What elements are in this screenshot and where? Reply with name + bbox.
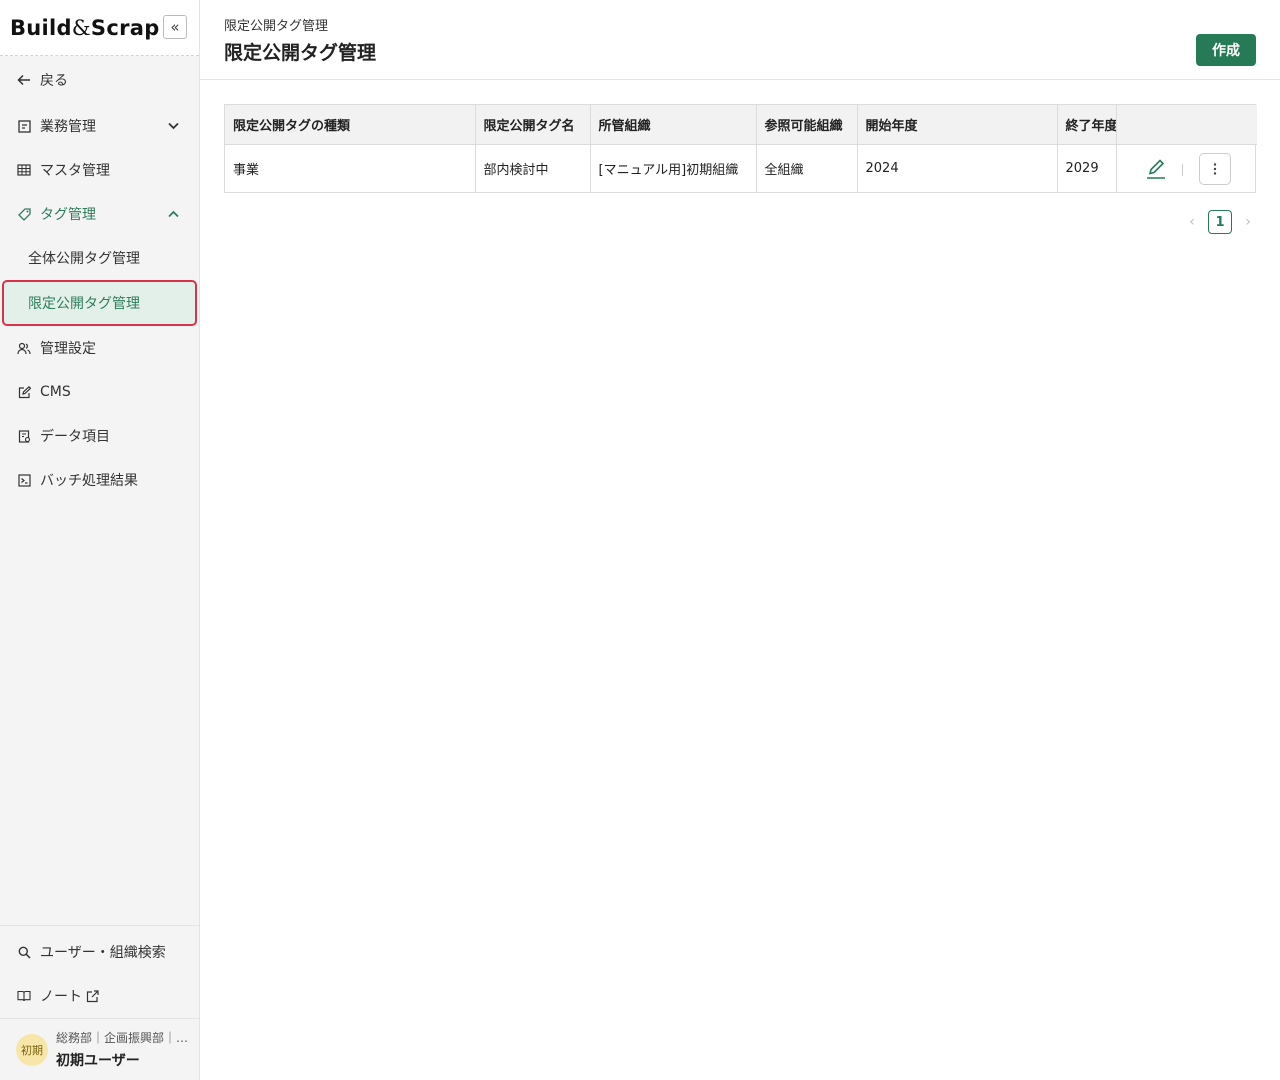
table-header-row: 限定公開タグの種類 限定公開タグ名 所管組織 参照可能組織 開始年度 終了年度 [225, 105, 1257, 145]
pagination: ‹ 1 › [1184, 210, 1256, 234]
search-icon [16, 946, 32, 959]
user-org: 総務部｜企画振興部｜… [56, 1031, 189, 1045]
sidebar-item-batch-results[interactable]: バッチ処理結果 [0, 458, 199, 502]
breadcrumb: 限定公開タグ管理 [224, 19, 329, 34]
form-icon [16, 119, 32, 133]
column-header[interactable]: 開始年度 [857, 105, 1058, 145]
chevron-down-icon [168, 119, 179, 133]
column-header[interactable]: 所管組織 [590, 105, 757, 145]
sidebar-item-label: 限定公開タグ管理 [28, 296, 140, 312]
double-chevron-left-icon: « [170, 18, 180, 36]
sidebar-item-business[interactable]: 業務管理 [0, 104, 199, 148]
sidebar-item-user-org-search[interactable]: ユーザー・組織検索 [0, 930, 199, 974]
column-header[interactable]: 限定公開タグ名 [475, 105, 591, 145]
book-icon [16, 990, 32, 1002]
page-number-current[interactable]: 1 [1208, 210, 1232, 234]
sidebar-item-cms[interactable]: CMS [0, 370, 199, 414]
sidebar-item-limited-tags[interactable]: 限定公開タグ管理 [2, 280, 197, 326]
sidebar: Build&Scrap « 戻る 業務管理 マスタ管理 タグ管理 全体公開タグ管… [0, 0, 200, 1080]
avatar: 初期 [16, 1033, 48, 1066]
back-label: 戻る [40, 73, 68, 89]
tag-icon [16, 207, 32, 221]
page-header: 限定公開タグ管理 限定公開タグ管理 作成 [200, 0, 1280, 80]
table-row[interactable]: 事業 部内検討中 [マニュアル用]初期組織 全組織 2024 2029 [225, 144, 1257, 192]
grid-icon [16, 164, 32, 176]
table-cell: 全組織 [756, 144, 858, 192]
edit-icon[interactable] [1145, 158, 1167, 180]
external-link-icon [86, 989, 99, 1003]
table-cell: 部内検討中 [475, 144, 591, 192]
table-cell: 2024 [857, 144, 1058, 192]
sidebar-item-notes[interactable]: ノート [0, 974, 199, 1018]
actions-column-header [1116, 105, 1257, 145]
prev-page-button[interactable]: ‹ [1184, 214, 1200, 230]
kebab-menu-icon [1213, 162, 1216, 175]
sidebar-item-master[interactable]: マスタ管理 [0, 148, 199, 192]
sidebar-item-tags[interactable]: タグ管理 [0, 192, 199, 236]
arrow-left-icon [16, 73, 32, 87]
page-title: 限定公開タグ管理 [224, 42, 377, 64]
next-page-button[interactable]: › [1240, 214, 1256, 230]
sidebar-item-label: タグ管理 [40, 207, 96, 223]
sidebar-item-label: マスタ管理 [40, 163, 110, 179]
sidebar-item-public-tags[interactable]: 全体公開タグ管理 [0, 236, 199, 280]
column-header[interactable]: 参照可能組織 [756, 105, 858, 145]
back-link[interactable]: 戻る [0, 56, 199, 104]
row-actions [1116, 144, 1257, 192]
divider [1181, 163, 1183, 176]
users-icon [16, 342, 32, 355]
sidebar-item-label: ユーザー・組織検索 [40, 945, 166, 961]
sidebar-item-label: CMS [40, 384, 71, 400]
sidebar-item-data-items[interactable]: データ項目 [0, 414, 199, 458]
limited-tags-table: 限定公開タグの種類 限定公開タグ名 所管組織 参照可能組織 開始年度 終了年度 … [224, 104, 1257, 193]
sidebar-item-label: ノート [40, 989, 82, 1005]
logo-area: Build&Scrap « [0, 0, 199, 56]
current-user[interactable]: 初期 総務部｜企画振興部｜… 初期ユーザー [0, 1018, 199, 1080]
table-cell: [マニュアル用]初期組織 [590, 144, 757, 192]
app-logo[interactable]: Build&Scrap [10, 16, 160, 40]
edit-square-icon [16, 385, 32, 399]
table-cell: 事業 [225, 144, 476, 192]
sidebar-item-label: 管理設定 [40, 341, 96, 357]
create-button[interactable]: 作成 [1196, 34, 1256, 66]
sidebar-item-admin-settings[interactable]: 管理設定 [0, 326, 199, 370]
sidebar-item-label: データ項目 [40, 429, 110, 445]
terminal-icon [16, 473, 32, 487]
sidebar-item-label: 全体公開タグ管理 [28, 251, 140, 267]
data-list-icon [16, 429, 32, 443]
collapse-sidebar-button[interactable]: « [163, 15, 187, 39]
column-header[interactable]: 限定公開タグの種類 [225, 105, 476, 145]
chevron-up-icon [168, 207, 179, 221]
more-options-button[interactable] [1198, 152, 1231, 185]
sidebar-item-label: バッチ処理結果 [40, 473, 138, 489]
user-info: 総務部｜企画振興部｜… 初期ユーザー [56, 1029, 188, 1070]
table-cell: 2029 [1057, 144, 1117, 192]
main-content: 限定公開タグ管理 限定公開タグ管理 作成 限定公開タグの種類 限定公開タグ名 所… [200, 0, 1280, 1080]
sidebar-bottom-nav: ユーザー・組織検索 ノート [0, 925, 199, 1018]
sidebar-item-label: 業務管理 [40, 119, 96, 135]
user-name: 初期ユーザー [56, 1053, 140, 1069]
column-header[interactable]: 終了年度 [1057, 105, 1117, 145]
